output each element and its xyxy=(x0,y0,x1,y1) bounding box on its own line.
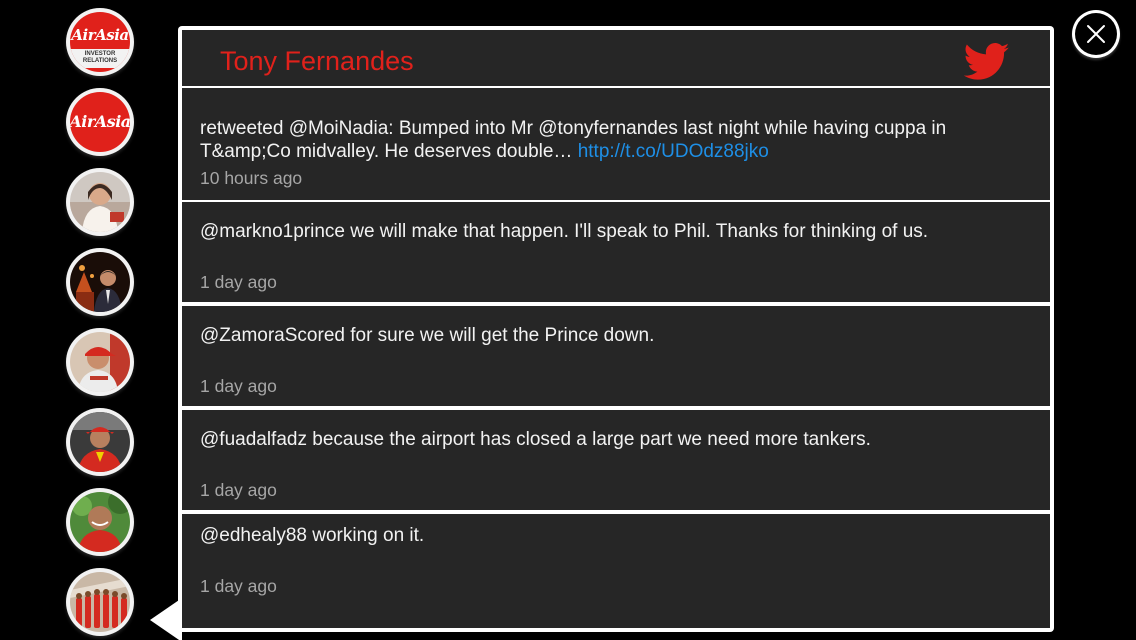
account-list: AirAsia INVESTOR RELATIONS AirAsia xyxy=(66,8,138,640)
tweet-text: @fuadalfadz because the airport has clos… xyxy=(200,429,871,450)
tweet-item[interactable]: @fuadalfadz because the airport has clos… xyxy=(182,410,1050,510)
avatar-profile-crew-group[interactable] xyxy=(66,568,134,636)
profile-photo xyxy=(70,332,130,392)
tweet-text: @ZamoraScored for sure we will get the P… xyxy=(200,325,655,346)
avatar-profile-man-smiling[interactable] xyxy=(66,488,134,556)
profile-photo xyxy=(70,172,130,232)
avatar-airasia[interactable]: AirAsia xyxy=(66,88,134,156)
avatar-profile-man-night[interactable] xyxy=(66,248,134,316)
logo-sub-text: INVESTOR RELATIONS xyxy=(70,49,130,68)
panel-header: Tony Fernandes xyxy=(182,30,1050,86)
close-button[interactable] xyxy=(1072,10,1120,58)
avatar-profile-woman[interactable] xyxy=(66,168,134,236)
tweet-body: retweeted @MoiNadia: Bumped into Mr @ton… xyxy=(200,118,947,162)
close-icon xyxy=(1087,25,1105,43)
tweet-text: retweeted @MoiNadia: Bumped into Mr @ton… xyxy=(200,117,1036,163)
tweet-item[interactable]: @ZamoraScored for sure we will get the P… xyxy=(182,306,1050,406)
tweet-item[interactable]: @markno1prince we will make that happen.… xyxy=(182,202,1050,302)
profile-photo xyxy=(70,492,130,552)
tweet-timestamp: 10 hours ago xyxy=(200,168,303,188)
app-screen: AirAsia INVESTOR RELATIONS AirAsia Tony … xyxy=(0,0,1136,640)
profile-photo xyxy=(70,252,130,312)
profile-photo xyxy=(70,412,130,472)
avatar-profile-man-red-shirt[interactable] xyxy=(66,408,134,476)
close-button-face xyxy=(1075,13,1117,55)
tweet-text: @markno1prince we will make that happen.… xyxy=(200,221,929,242)
tweet-text: @edhealy88 working on it. xyxy=(200,525,425,546)
tweet-item[interactable]: retweeted @MoiNadia: Bumped into Mr @ton… xyxy=(182,88,1050,200)
tweet-item[interactable]: @edhealy88 working on it. 1 day ago xyxy=(182,514,1050,628)
avatar-airasia-investor-relations[interactable]: AirAsia INVESTOR RELATIONS xyxy=(66,8,134,76)
tweet-timestamp: 1 day ago xyxy=(200,480,277,500)
avatar-profile-man-red-cap[interactable] xyxy=(66,328,134,396)
tweet-timestamp: 1 day ago xyxy=(200,376,277,396)
twitter-bird-icon[interactable] xyxy=(964,42,1010,82)
profile-photo xyxy=(70,572,130,632)
logo-script-text: AirAsia xyxy=(71,26,129,45)
tweet-link[interactable]: http://t.co/UDOdz88jko xyxy=(578,141,769,162)
tweet-timestamp: 1 day ago xyxy=(200,272,277,292)
tweet-timestamp: 1 day ago xyxy=(200,576,277,596)
account-name: Tony Fernandes xyxy=(220,46,414,76)
tweet-panel: Tony Fernandes retweeted @MoiNadia: Bump… xyxy=(178,26,1054,632)
logo-script-text: AirAsia xyxy=(70,112,130,131)
airasia-logo-icon: AirAsia INVESTOR RELATIONS xyxy=(70,12,130,72)
airasia-logo-icon: AirAsia xyxy=(70,92,130,152)
